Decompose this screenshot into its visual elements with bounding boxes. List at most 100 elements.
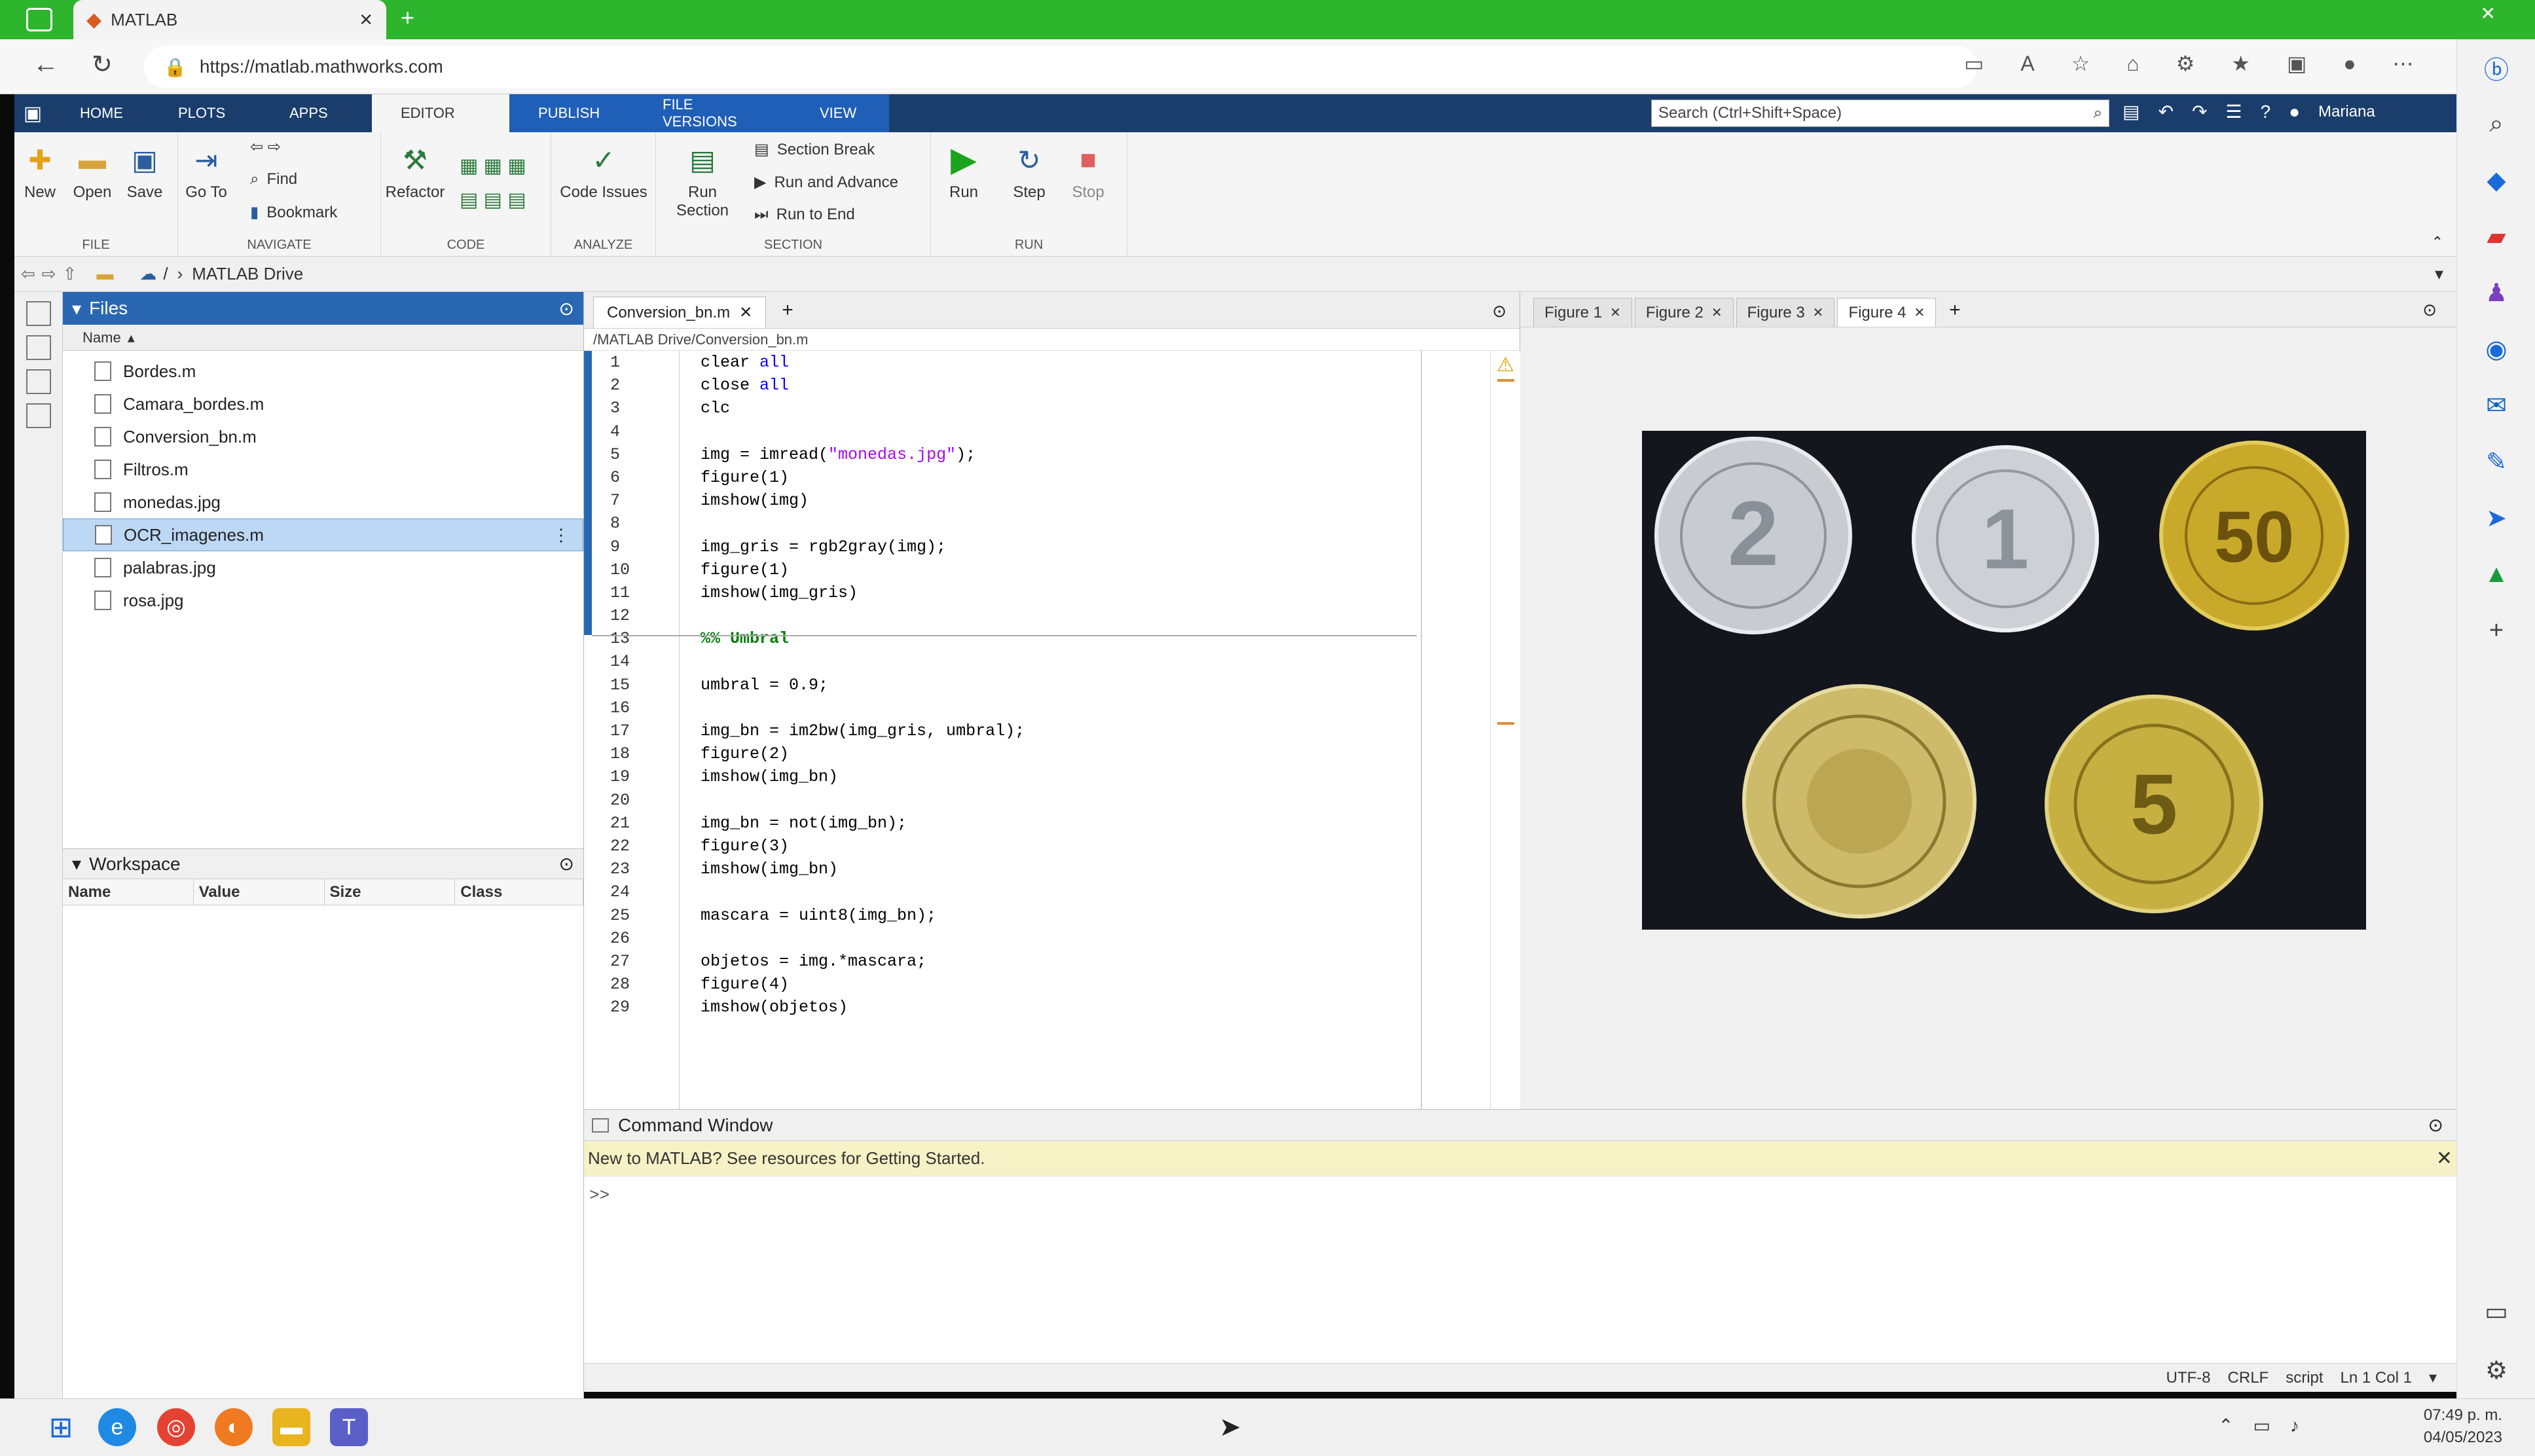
line-number[interactable]: 29 [592, 996, 679, 1019]
code-line[interactable] [701, 650, 1355, 673]
line-number[interactable]: 8 [592, 512, 679, 535]
find-button[interactable]: ⌕ Find [250, 170, 297, 189]
windows-start-icon[interactable]: ⊞ [42, 1408, 80, 1446]
panel-icon[interactable]: ▭ [2457, 1283, 2535, 1339]
save-button[interactable]: ▣ Save [122, 141, 168, 202]
code-line[interactable]: img_gris = rgb2gray(img); [701, 536, 1355, 558]
figure-tab[interactable]: Figure 3 ✕ [1736, 298, 1835, 327]
browser-tab[interactable]: ◆ MATLAB ✕ [73, 0, 386, 39]
ws-col-value[interactable]: Value [194, 879, 325, 905]
tab-publish[interactable]: PUBLISH [509, 94, 634, 132]
code-issues-button[interactable]: ✓ Code Issues [553, 141, 655, 202]
redo-icon[interactable]: ↷ [2192, 101, 2207, 122]
settings-icon[interactable]: ⚙ [2457, 1342, 2535, 1398]
line-number[interactable]: 17 [592, 719, 679, 742]
taskbar-clock[interactable]: 07:49 p. m. 04/05/2023 [2424, 1404, 2502, 1449]
user-menu[interactable]: Mariana [2318, 103, 2375, 121]
line-number[interactable]: 10 [592, 558, 679, 581]
ws-col-class[interactable]: Class [455, 879, 583, 905]
code-line[interactable]: objetos = img.*mascara; [701, 950, 1355, 973]
code-line[interactable]: imshow(img_bn) [701, 858, 1355, 881]
line-number[interactable]: 19 [592, 765, 679, 788]
undo-icon[interactable]: ↶ [2158, 101, 2173, 122]
file-row[interactable]: Filtros.m [63, 453, 583, 486]
line-number[interactable]: 14 [592, 650, 679, 673]
add-icon[interactable]: + [2457, 602, 2535, 659]
code-line[interactable]: clear all [701, 351, 1355, 374]
line-number[interactable]: 28 [592, 973, 679, 996]
line-number[interactable]: 5 [592, 443, 679, 466]
figure-tab[interactable]: Figure 1 ✕ [1533, 298, 1632, 327]
extensions-icon[interactable]: ⌂ [2126, 52, 2139, 76]
line-number[interactable]: 1 [592, 351, 679, 374]
tab-editor[interactable]: EDITOR [372, 94, 509, 132]
url-field[interactable]: 🔒 https://matlab.mathworks.com [144, 46, 1977, 88]
code-line[interactable] [701, 789, 1355, 812]
new-figure-button[interactable]: + [1939, 299, 1971, 327]
matlab-search-field[interactable]: Search (Ctrl+Shift+Space) ⌕ [1651, 100, 2109, 127]
line-number[interactable]: 23 [592, 858, 679, 881]
line-number[interactable]: 2 [592, 374, 679, 397]
code-line[interactable] [701, 512, 1355, 535]
bookmark-button[interactable]: ▮ Bookmark [250, 203, 337, 222]
read-aloud-icon[interactable]: A [2020, 52, 2034, 76]
command-prompt[interactable]: >> [584, 1176, 2456, 1214]
outlook-icon[interactable]: ✉ [2457, 377, 2535, 433]
line-number[interactable]: 20 [592, 789, 679, 812]
run-button[interactable]: ▶ Run [938, 141, 990, 202]
issue-marker[interactable] [1497, 722, 1514, 725]
more-icon[interactable]: ⋯ [2393, 51, 2414, 76]
code-line[interactable]: imshow(img) [701, 489, 1355, 512]
collapse-icon[interactable]: ▾ [72, 298, 81, 319]
help-icon[interactable]: ? [2261, 101, 2271, 122]
back-icon[interactable]: ← [33, 50, 59, 79]
save-quick-icon[interactable]: ▤ [2123, 101, 2140, 122]
section-break-button[interactable]: ▤ Section Break [754, 140, 875, 159]
close-tab-icon[interactable]: ✕ [1914, 304, 1925, 321]
file-row[interactable]: palabras.jpg [63, 551, 583, 584]
code-line[interactable]: imshow(objetos) [701, 996, 1355, 1019]
office-icon[interactable]: ◉ [2457, 321, 2535, 377]
tab-plots[interactable]: PLOTS [149, 94, 261, 132]
issue-marker[interactable] [1497, 379, 1514, 382]
line-number[interactable]: 6 [592, 466, 679, 489]
file-row[interactable]: OCR_imagenes.m ⋮ [63, 519, 583, 551]
line-number[interactable]: 25 [592, 904, 679, 927]
close-tab-icon[interactable]: ✕ [1711, 304, 1723, 321]
code-line[interactable]: img = imread("monedas.jpg"); [701, 443, 1355, 466]
edge-icon[interactable]: e [98, 1408, 136, 1446]
new-editor-tab-button[interactable]: + [766, 299, 809, 328]
line-number[interactable]: 21 [592, 812, 679, 835]
collapse-toolstrip-icon[interactable]: ⌃ [2432, 234, 2443, 251]
code-line[interactable]: %% Umbral [701, 627, 1355, 650]
close-tab-icon[interactable]: ✕ [1813, 304, 1824, 321]
code-line[interactable]: figure(2) [701, 742, 1355, 765]
line-number[interactable]: 4 [592, 420, 679, 443]
history-panel-icon[interactable] [26, 403, 51, 428]
path-nav-icons[interactable]: ⇦⇨⇧ [21, 264, 83, 284]
file-row[interactable]: monedas.jpg [63, 486, 583, 519]
file-explorer-icon[interactable]: ▬ [272, 1408, 310, 1446]
run-section-button[interactable]: ▤ Run Section [660, 141, 745, 220]
line-number[interactable]: 18 [592, 742, 679, 765]
run-advance-button[interactable]: ▶ Run and Advance [754, 173, 898, 192]
chrome-icon[interactable]: ◎ [157, 1408, 195, 1446]
profile-icon[interactable]: ● [2343, 52, 2356, 76]
network-icon[interactable]: ▭ [2253, 1415, 2271, 1436]
games-icon[interactable]: ♟ [2457, 264, 2535, 321]
code-line[interactable] [701, 881, 1355, 903]
close-tab-icon[interactable]: ✕ [739, 303, 752, 322]
panel-options-icon[interactable]: ⊙ [559, 298, 574, 319]
panel-options-icon[interactable]: ⊙ [559, 853, 574, 875]
line-number[interactable]: 12 [592, 604, 679, 627]
search-panel-icon[interactable] [26, 369, 51, 394]
code-line[interactable]: img_bn = im2bw(img_gris, umbral); [701, 719, 1355, 742]
chevron-up-icon[interactable]: ⌃ [2218, 1415, 2233, 1436]
close-banner-icon[interactable]: ✕ [2436, 1147, 2453, 1170]
files-panel-icon[interactable] [26, 301, 51, 326]
ws-col-name[interactable]: Name [63, 879, 194, 905]
line-number[interactable]: 15 [592, 674, 679, 697]
file-row[interactable]: rosa.jpg [63, 584, 583, 617]
code-tools-icons[interactable]: ▦ ▦ ▦ [460, 155, 526, 177]
code-line[interactable]: mascara = uint8(img_bn); [701, 904, 1355, 927]
